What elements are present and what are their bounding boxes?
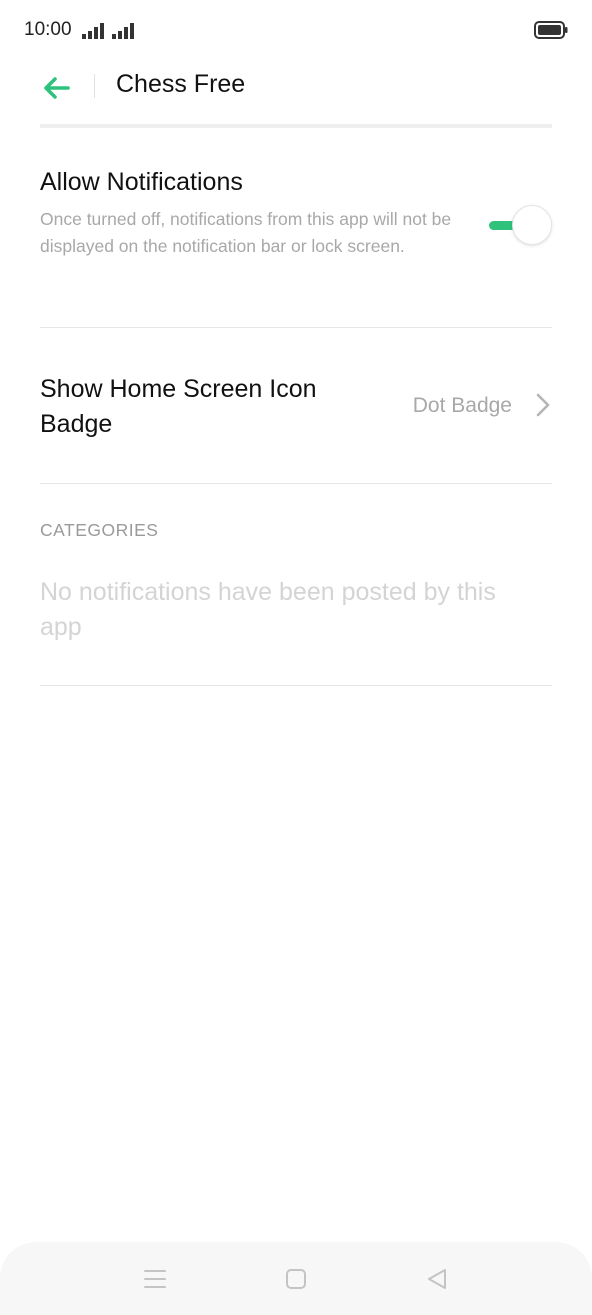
home-button[interactable] xyxy=(281,1264,311,1294)
allow-notifications-toggle[interactable] xyxy=(486,204,552,246)
system-back-button[interactable] xyxy=(422,1264,452,1294)
arrow-left-icon xyxy=(44,77,70,99)
status-bar: 10:00 xyxy=(0,0,592,60)
allow-notifications-title: Allow Notifications xyxy=(40,168,243,196)
chevron-right-icon xyxy=(536,393,550,417)
divider xyxy=(40,685,552,686)
page-title: Chess Free xyxy=(116,70,246,98)
home-screen-badge-row[interactable]: Show Home Screen Icon Badge Dot Badge xyxy=(40,328,552,483)
home-square-icon xyxy=(286,1269,306,1289)
categories-section-label: CATEGORIES xyxy=(40,520,159,540)
status-time: 10:00 xyxy=(24,19,72,40)
back-triangle-icon xyxy=(428,1269,446,1289)
battery-icon xyxy=(534,21,568,39)
navigation-bar xyxy=(0,1242,592,1315)
toggle-knob xyxy=(512,205,552,245)
recent-apps-button[interactable] xyxy=(140,1264,170,1294)
back-button[interactable] xyxy=(34,66,78,110)
allow-notifications-row: Allow Notifications Once turned off, not… xyxy=(40,160,552,328)
allow-notifications-description: Once turned off, notifications from this… xyxy=(40,209,452,256)
notification-settings-screen: 10:00 Chess Free Allow Notifications Onc… xyxy=(0,0,592,1315)
badge-value: Dot Badge xyxy=(412,394,512,417)
header-divider xyxy=(94,74,95,98)
categories-empty-message: No notifications have been posted by thi… xyxy=(40,578,496,641)
app-header: Chess Free xyxy=(0,60,592,116)
badge-title: Show Home Screen Icon Badge xyxy=(40,375,317,438)
menu-icon xyxy=(144,1270,166,1288)
signal-icon xyxy=(82,23,104,39)
signal-icon xyxy=(112,23,134,39)
divider xyxy=(40,483,552,484)
header-separator xyxy=(40,124,552,128)
